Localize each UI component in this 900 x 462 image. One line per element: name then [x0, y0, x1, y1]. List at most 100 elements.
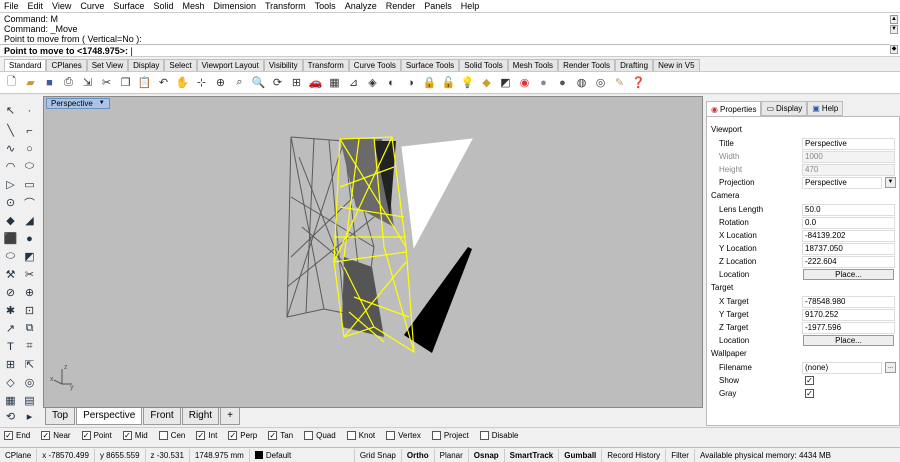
add-viewport-tab-button[interactable]: +	[220, 408, 240, 425]
material-icon[interactable]: ◍	[573, 74, 590, 91]
tab-set-view[interactable]: Set View	[86, 59, 129, 71]
group-icon[interactable]: ⊡	[21, 302, 38, 319]
y-target-field[interactable]: 9170.252	[802, 309, 895, 321]
osnap-checkbox[interactable]: ✓	[196, 431, 206, 440]
osnap-knot[interactable]: Knot	[346, 431, 375, 440]
x-location-field[interactable]: -84139.202	[802, 230, 895, 242]
import-icon[interactable]: ⇲	[79, 74, 96, 91]
perspective-icon[interactable]: ◈	[364, 74, 381, 91]
polygon-icon[interactable]: ▷	[2, 176, 19, 193]
mesh-icon[interactable]: ◩	[21, 248, 38, 265]
box-icon[interactable]: ⬛	[2, 230, 19, 247]
layer-selector[interactable]: Default	[250, 448, 355, 462]
sphere-icon[interactable]: ●	[535, 74, 552, 91]
help-icon[interactable]: ❓	[630, 74, 647, 91]
menu-curve[interactable]: Curve	[80, 0, 104, 12]
sphere-solid-icon[interactable]: ●	[21, 230, 38, 247]
history-scroll-down-button[interactable]: ▼	[890, 25, 898, 34]
zoom-icon[interactable]: 🔍	[250, 74, 267, 91]
menu-tools[interactable]: Tools	[315, 0, 336, 12]
polyline-icon[interactable]: ⌐	[21, 122, 38, 139]
menu-panels[interactable]: Panels	[424, 0, 452, 12]
copy-object-icon[interactable]: ⧉	[21, 320, 38, 337]
curve-icon[interactable]: ∿	[2, 140, 19, 157]
title-field[interactable]: Perspective	[802, 138, 895, 150]
osnap-disable[interactable]: Disable	[479, 431, 518, 440]
browse-button[interactable]: ...	[885, 362, 896, 373]
osnap-checkbox[interactable]	[479, 431, 489, 440]
car-icon[interactable]: 🚗	[307, 74, 324, 91]
osnap-mid[interactable]: ✓ Mid	[122, 431, 148, 440]
osnap-toggle[interactable]: Osnap	[469, 448, 505, 462]
panel-tab-properties[interactable]: ◉ Properties	[706, 101, 762, 116]
history-scroll-up-button[interactable]: ▲	[890, 15, 898, 24]
zoom-extents-icon[interactable]: ⊕	[212, 74, 229, 91]
osnap-cen[interactable]: Cen	[158, 431, 185, 440]
tab-solid-tools[interactable]: Solid Tools	[459, 59, 508, 71]
menu-dimension[interactable]: Dimension	[213, 0, 256, 12]
more-tools-icon[interactable]: ▸	[21, 408, 38, 425]
record-history-toggle[interactable]: Record History	[602, 448, 667, 462]
grid-array-icon[interactable]: ▦	[2, 392, 19, 409]
osnap-near[interactable]: ✓ Near	[41, 431, 71, 440]
open-icon[interactable]: ▰	[22, 74, 39, 91]
perspective-viewport[interactable]: z x y Perspective ▼	[43, 96, 703, 408]
cplane-indicator[interactable]: CPlane	[0, 448, 38, 462]
zoom-window-icon[interactable]: ⌕	[231, 74, 248, 91]
grid-icon[interactable]: ▦	[326, 74, 343, 91]
four-views-icon[interactable]: ⊞	[288, 74, 305, 91]
show-icon[interactable]: ◑	[402, 74, 419, 91]
osnap-checkbox[interactable]	[346, 431, 356, 440]
panel-tab-display[interactable]: ▭ Display	[761, 101, 808, 116]
new-icon[interactable]: 🗋	[3, 74, 20, 91]
osnap-vertex[interactable]: Vertex	[386, 431, 421, 440]
osnap-int[interactable]: ✓ Int	[196, 431, 217, 440]
smarttrack-toggle[interactable]: SmartTrack	[505, 448, 560, 462]
tab-display[interactable]: Display	[128, 59, 165, 71]
move-icon[interactable]: ↗	[2, 320, 19, 337]
rotation-field[interactable]: 0.0	[802, 217, 895, 229]
render-mesh-icon[interactable]: ◎	[21, 374, 38, 391]
scale-icon[interactable]: ⇱	[21, 356, 38, 373]
tab-viewport-layout[interactable]: Viewport Layout	[196, 59, 264, 71]
undo-icon[interactable]: ↶	[155, 74, 172, 91]
gray-checkbox[interactable]: ✓	[805, 389, 814, 398]
osnap-project[interactable]: Project	[431, 431, 469, 440]
osnap-checkbox[interactable]: ✓	[4, 431, 13, 440]
planar-toggle[interactable]: Planar	[435, 448, 469, 462]
menu-help[interactable]: Help	[461, 0, 480, 12]
ortho-toggle[interactable]: Ortho	[402, 448, 435, 462]
tab-mesh-tools[interactable]: Mesh Tools	[507, 59, 559, 71]
point-icon[interactable]: ·	[21, 102, 38, 119]
history-icon[interactable]: ⟲	[2, 408, 19, 425]
rectangle-icon[interactable]: ▭	[21, 176, 38, 193]
osnap-tan[interactable]: ✓ Tan	[268, 431, 293, 440]
cplane-icon[interactable]: ⊿	[345, 74, 362, 91]
y-location-field[interactable]: 18737.050	[802, 243, 895, 255]
pan-icon[interactable]: ✋	[174, 74, 191, 91]
render-icon[interactable]: ●	[554, 74, 571, 91]
layer-icon[interactable]: ◆	[478, 74, 495, 91]
osnap-quad[interactable]: Quad	[304, 431, 336, 440]
tab-drafting[interactable]: Drafting	[615, 59, 654, 71]
tab-cplanes[interactable]: CPlanes	[46, 59, 87, 71]
menu-mesh[interactable]: Mesh	[182, 0, 204, 12]
tab-new-in-v5[interactable]: New in V5	[653, 59, 700, 71]
menu-solid[interactable]: Solid	[153, 0, 173, 12]
color-wheel-icon[interactable]: ◉	[516, 74, 533, 91]
z-target-field[interactable]: -1977.596	[802, 322, 895, 334]
target-place-button[interactable]: Place...	[803, 335, 894, 346]
osnap-checkbox[interactable]: ✓	[41, 431, 51, 440]
fillet-icon[interactable]: ⊙	[2, 194, 19, 211]
tab-surface-tools[interactable]: Surface Tools	[400, 59, 460, 71]
tab-standard[interactable]: Standard	[4, 59, 47, 71]
tab-curve-tools[interactable]: Curve Tools	[348, 59, 401, 71]
menu-transform[interactable]: Transform	[265, 0, 306, 12]
array-icon[interactable]: ⊞	[2, 356, 19, 373]
select-icon[interactable]: ⊹	[193, 74, 210, 91]
viewport-tab-perspective[interactable]: Perspective	[76, 408, 143, 425]
extrude-icon[interactable]: ◢	[21, 212, 38, 229]
print-icon[interactable]: ⎙	[60, 74, 77, 91]
menu-render[interactable]: Render	[386, 0, 416, 12]
projection-select[interactable]: Perspective	[802, 177, 882, 189]
